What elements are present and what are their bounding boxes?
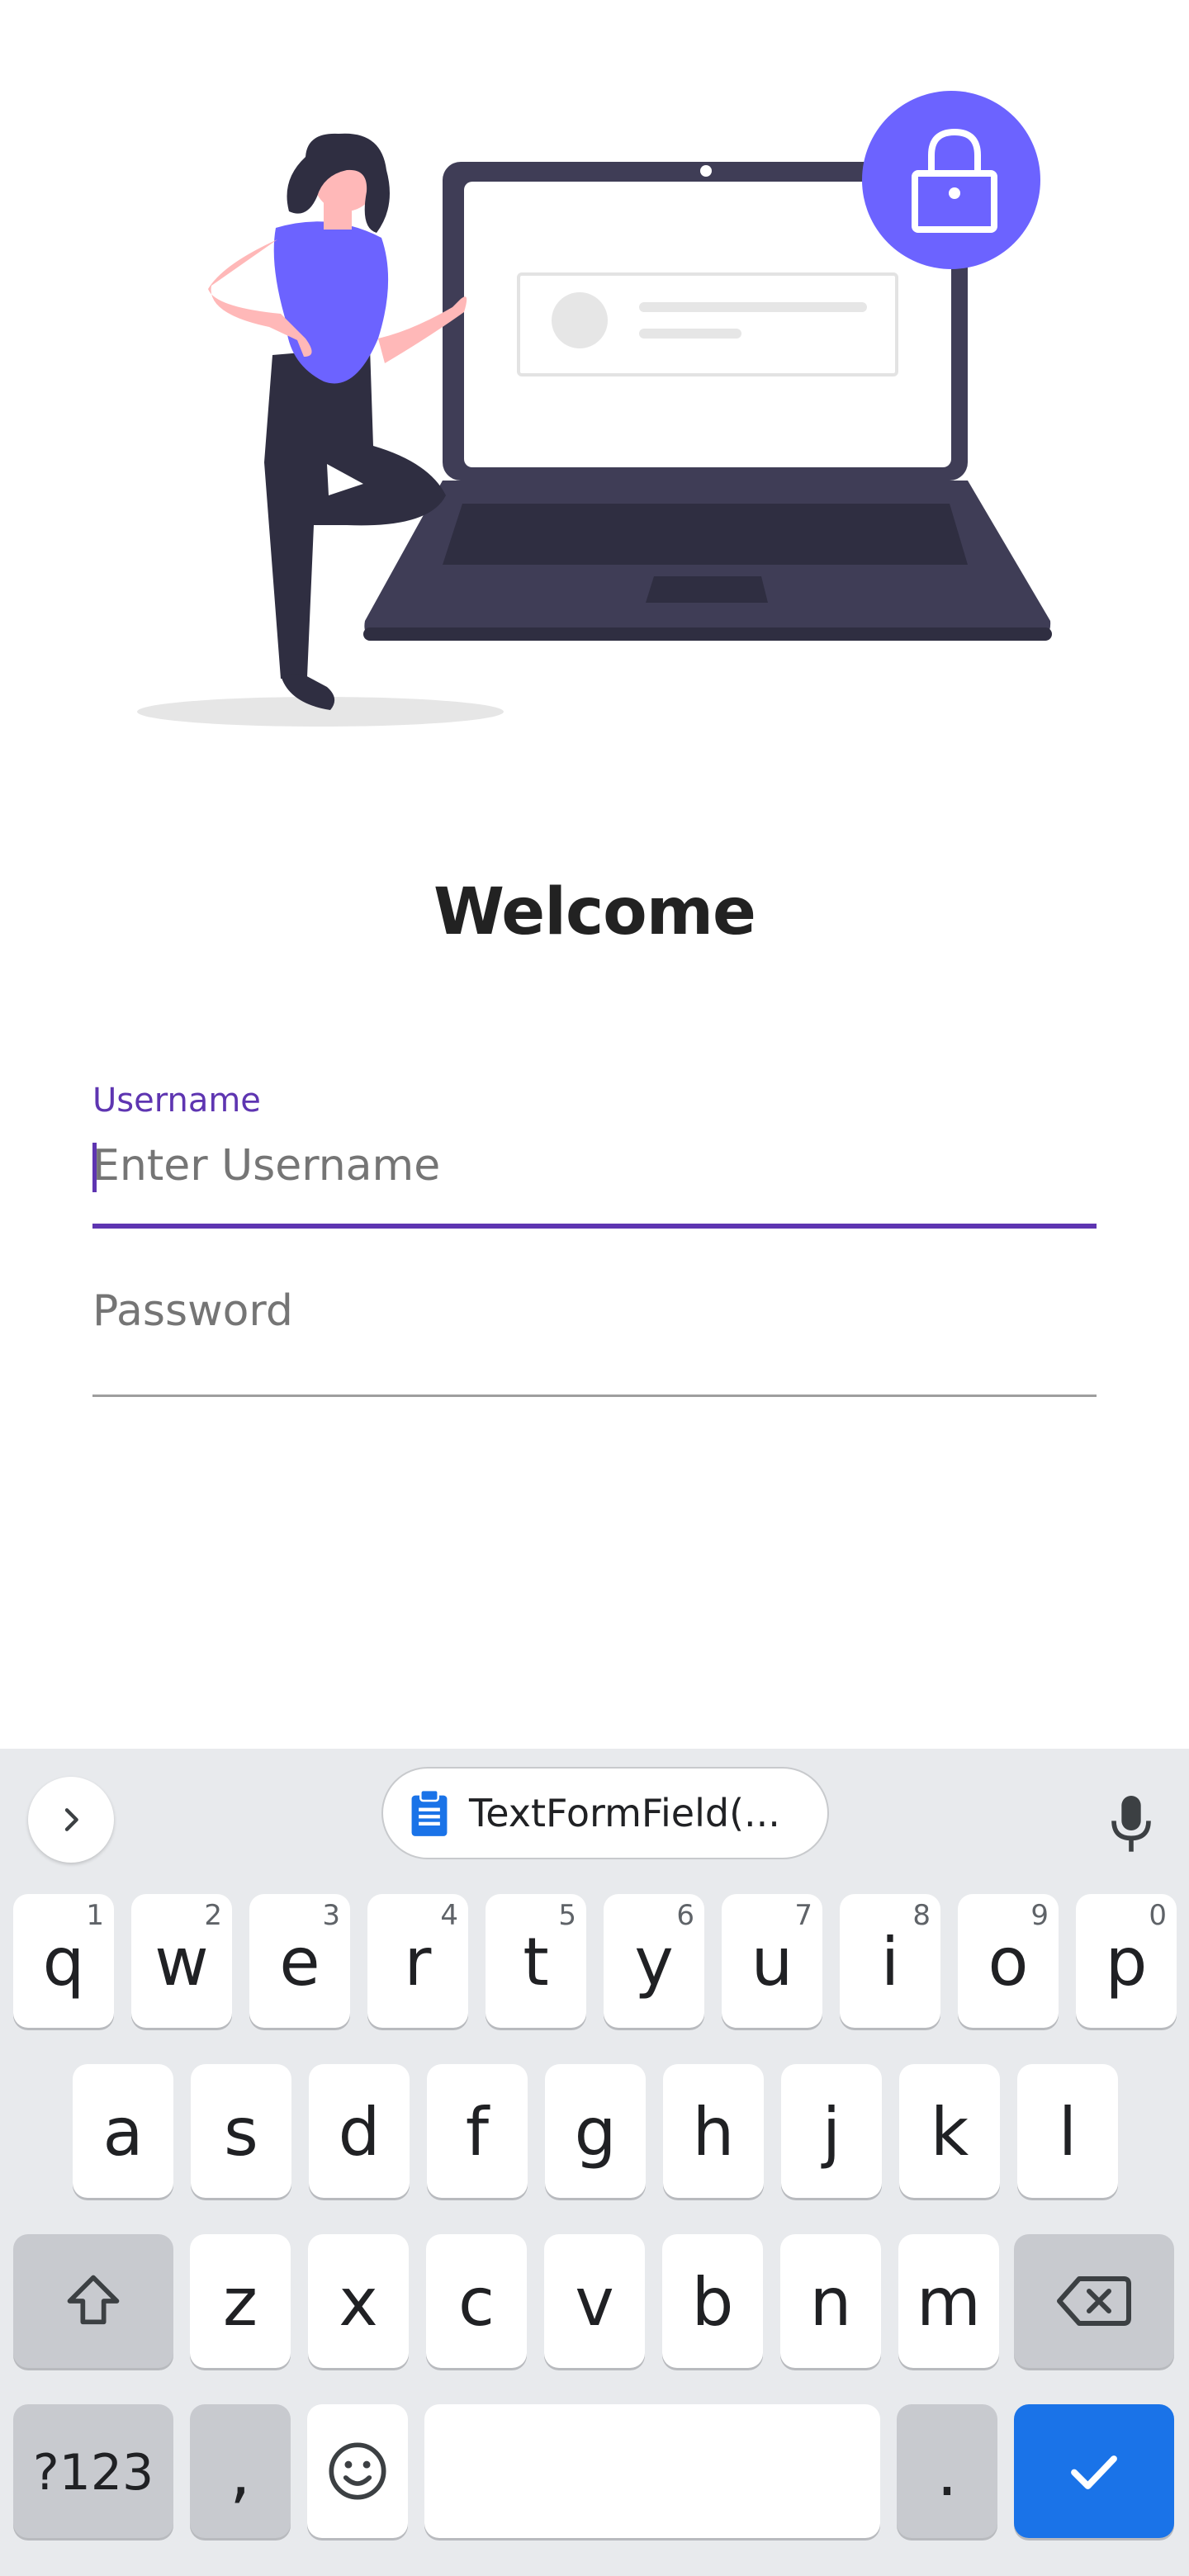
symbols-key[interactable]: ?123	[13, 2404, 173, 2538]
shift-icon	[67, 2275, 120, 2325]
key-h[interactable]: h	[663, 2064, 764, 2198]
key-hint: 2	[204, 1899, 222, 1932]
key-w[interactable]: 2w	[131, 1894, 232, 2028]
username-label: Username	[92, 1082, 261, 1120]
key-l[interactable]: l	[1017, 2064, 1118, 2198]
chevron-right-icon	[64, 1808, 78, 1831]
backspace-icon	[1057, 2276, 1131, 2326]
shift-key[interactable]	[13, 2234, 173, 2368]
key-d[interactable]: d	[309, 2064, 410, 2198]
key-label: n	[809, 2264, 852, 2341]
period-key[interactable]: .	[897, 2404, 997, 2538]
check-icon	[1071, 2455, 1117, 2489]
key-e[interactable]: 3e	[249, 1894, 350, 2028]
soft-keyboard: TextFormField(... ?123 , . 1 q 2 w 3 e 4…	[0, 1749, 1189, 2576]
key-label: q	[42, 1924, 85, 2001]
key-hint: 6	[676, 1899, 694, 1932]
key-r[interactable]: 4r	[367, 1894, 468, 2028]
key-x[interactable]: x	[308, 2234, 409, 2368]
key-q[interactable]: 1q	[13, 1894, 114, 2028]
username-field[interactable]: Username	[92, 1082, 1097, 1229]
password-field[interactable]	[92, 1271, 1097, 1397]
backspace-key[interactable]	[1014, 2234, 1174, 2368]
key-label: e	[279, 1924, 320, 2001]
key-hint: 4	[440, 1899, 458, 1932]
key-label: d	[338, 2094, 381, 2171]
key-f[interactable]: f	[427, 2064, 528, 2198]
key-label: h	[692, 2094, 735, 2171]
key-label: z	[223, 2264, 258, 2341]
key-label: f	[465, 2094, 490, 2171]
password-input[interactable]	[92, 1286, 1097, 1336]
key-hint: 9	[1030, 1899, 1049, 1932]
key-label: o	[988, 1924, 1029, 2001]
emoji-key[interactable]	[307, 2404, 408, 2538]
key-label: g	[574, 2094, 617, 2171]
key-hint: 1	[86, 1899, 104, 1932]
key-label: r	[404, 1924, 432, 2001]
key-label: a	[102, 2094, 144, 2171]
key-m[interactable]: m	[898, 2234, 999, 2368]
key-label: s	[224, 2094, 258, 2171]
key-label: m	[917, 2264, 981, 2341]
clipboard-suggestion-chip[interactable]: TextFormField(...	[381, 1767, 829, 1859]
key-label: v	[575, 2264, 614, 2341]
key-z[interactable]: z	[190, 2234, 291, 2368]
text-cursor	[92, 1143, 97, 1192]
microphone-icon	[1111, 1796, 1151, 1852]
key-label: t	[523, 1924, 549, 2001]
username-input[interactable]	[92, 1141, 1097, 1191]
key-o[interactable]: 9o	[958, 1894, 1059, 2028]
key-label: w	[154, 1924, 209, 2001]
key-label: x	[339, 2264, 378, 2341]
login-illustration	[137, 91, 1052, 727]
key-b[interactable]: b	[662, 2234, 763, 2368]
key-label: u	[751, 1924, 793, 2001]
key-v[interactable]: v	[544, 2234, 645, 2368]
key-k[interactable]: k	[899, 2064, 1000, 2198]
key-n[interactable]: n	[780, 2234, 881, 2368]
key-label: l	[1058, 2094, 1078, 2171]
key-u[interactable]: 7u	[722, 1894, 822, 2028]
key-hint: 7	[794, 1899, 812, 1932]
key-hint: 0	[1149, 1899, 1167, 1932]
key-label: k	[930, 2094, 969, 2171]
voice-input-button[interactable]	[1098, 1785, 1164, 1864]
clipboard-suggestion-text: TextFormField(...	[469, 1791, 780, 1835]
clipboard-icon	[411, 1788, 448, 1836]
key-label: c	[458, 2264, 495, 2341]
username-underline	[92, 1224, 1097, 1229]
space-key[interactable]	[424, 2404, 880, 2538]
key-j[interactable]: j	[781, 2064, 882, 2198]
key-c[interactable]: c	[426, 2234, 527, 2368]
key-i[interactable]: 8i	[840, 1894, 940, 2028]
key-hint: 8	[912, 1899, 931, 1932]
key-hint: 3	[322, 1899, 340, 1932]
key-label: j	[822, 2094, 841, 2171]
key-p[interactable]: 0p	[1076, 1894, 1177, 2028]
key-label: i	[880, 1924, 900, 2001]
expand-toolbar-button[interactable]	[28, 1777, 114, 1863]
enter-key[interactable]	[1014, 2404, 1174, 2538]
key-a[interactable]: a	[73, 2064, 173, 2198]
key-label: p	[1105, 1924, 1148, 2001]
key-t[interactable]: 5t	[486, 1894, 586, 2028]
key-y[interactable]: 6y	[604, 1894, 704, 2028]
key-hint: 5	[558, 1899, 576, 1932]
emoji-icon	[329, 2442, 386, 2500]
password-underline	[92, 1395, 1097, 1397]
keyboard-toolbar: TextFormField(...	[0, 1749, 1189, 1881]
key-label: b	[691, 2264, 734, 2341]
welcome-title: Welcome	[433, 875, 756, 949]
key-s[interactable]: s	[191, 2064, 291, 2198]
comma-key[interactable]: ,	[190, 2404, 291, 2538]
key-label: y	[634, 1924, 674, 2001]
key-g[interactable]: g	[545, 2064, 646, 2198]
